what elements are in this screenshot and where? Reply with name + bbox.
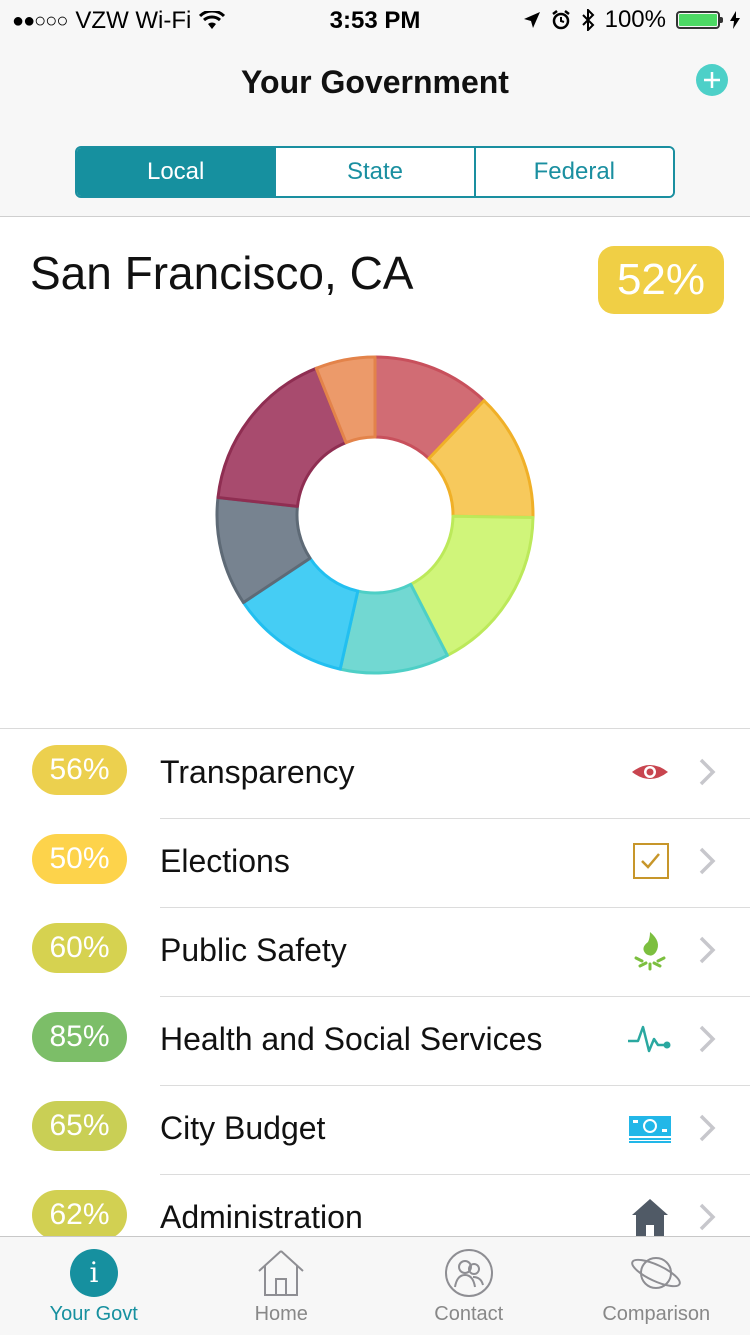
battery-percent: 100% bbox=[605, 6, 666, 34]
tab-home[interactable]: Home bbox=[188, 1237, 376, 1335]
tab-comparison[interactable]: Comparison bbox=[563, 1237, 750, 1335]
battery-level bbox=[679, 14, 717, 26]
planet-icon bbox=[630, 1247, 682, 1299]
chevron-right-icon bbox=[696, 1201, 718, 1233]
score-pill: 60% bbox=[32, 923, 127, 973]
info-icon: i bbox=[68, 1247, 120, 1299]
plus-icon bbox=[696, 64, 728, 96]
checkbox-icon bbox=[628, 839, 672, 883]
score-pill: 85% bbox=[32, 1012, 127, 1062]
tab-your-govt[interactable]: i Your Govt bbox=[0, 1237, 188, 1335]
tab-bar: i Your Govt Home Contact Comparison bbox=[0, 1236, 750, 1335]
home-icon bbox=[255, 1247, 307, 1299]
category-label: Transparency bbox=[160, 754, 354, 791]
tab-label: Contact bbox=[375, 1303, 563, 1326]
battery-icon bbox=[676, 11, 720, 29]
score-pill: 50% bbox=[32, 834, 127, 884]
page-title: Your Government bbox=[0, 64, 750, 101]
score-pill: 65% bbox=[32, 1101, 127, 1151]
chevron-right-icon bbox=[696, 845, 718, 877]
alarm-icon bbox=[551, 10, 571, 30]
fire-icon bbox=[628, 928, 672, 972]
score-pill: 56% bbox=[32, 745, 127, 795]
location-arrow-icon bbox=[523, 11, 541, 29]
category-row-health-and-social-services[interactable]: 85% Health and Social Services bbox=[0, 997, 750, 1086]
category-label: Public Safety bbox=[160, 932, 347, 969]
tab-contact[interactable]: Contact bbox=[375, 1237, 563, 1335]
money-icon bbox=[628, 1106, 672, 1150]
charging-bolt-icon bbox=[730, 11, 740, 29]
tab-label: Comparison bbox=[563, 1303, 750, 1326]
location-title: San Francisco, CA bbox=[30, 246, 413, 300]
bluetooth-icon bbox=[581, 9, 595, 31]
status-bar: ●●○○○ VZW Wi-Fi 3:53 PM 100% bbox=[0, 0, 750, 40]
heartbeat-icon bbox=[628, 1017, 672, 1061]
category-row-city-budget[interactable]: 65% City Budget bbox=[0, 1086, 750, 1175]
score-pill: 62% bbox=[32, 1190, 127, 1240]
chevron-right-icon bbox=[696, 1112, 718, 1144]
divider bbox=[0, 728, 750, 729]
category-label: Health and Social Services bbox=[160, 1021, 542, 1058]
chevron-right-icon bbox=[696, 1023, 718, 1055]
add-button[interactable] bbox=[696, 64, 728, 96]
score-donut-chart[interactable] bbox=[200, 340, 550, 690]
category-label: Elections bbox=[160, 843, 290, 880]
navigation-header: Your Government Local State Federal bbox=[0, 40, 750, 217]
chevron-right-icon bbox=[696, 756, 718, 788]
category-label: Administration bbox=[160, 1199, 363, 1236]
tab-label: Home bbox=[188, 1303, 376, 1326]
tab-label: Your Govt bbox=[0, 1303, 188, 1326]
tab-state[interactable]: State bbox=[274, 148, 473, 196]
category-row-transparency[interactable]: 56% Transparency bbox=[0, 730, 750, 819]
eye-icon bbox=[628, 750, 672, 794]
chevron-right-icon bbox=[696, 934, 718, 966]
category-row-elections[interactable]: 50% Elections bbox=[0, 819, 750, 908]
contact-icon bbox=[443, 1247, 495, 1299]
svg-text:i: i bbox=[89, 1256, 98, 1289]
house-icon bbox=[628, 1195, 672, 1239]
category-list: 56% Transparency 50% Elections 60% Publi… bbox=[0, 730, 750, 1264]
government-level-selector: Local State Federal bbox=[75, 146, 675, 198]
tab-federal[interactable]: Federal bbox=[474, 148, 673, 196]
overall-score-badge: 52% bbox=[598, 246, 724, 314]
tab-local[interactable]: Local bbox=[77, 148, 274, 196]
category-label: City Budget bbox=[160, 1110, 325, 1147]
category-row-public-safety[interactable]: 60% Public Safety bbox=[0, 908, 750, 997]
